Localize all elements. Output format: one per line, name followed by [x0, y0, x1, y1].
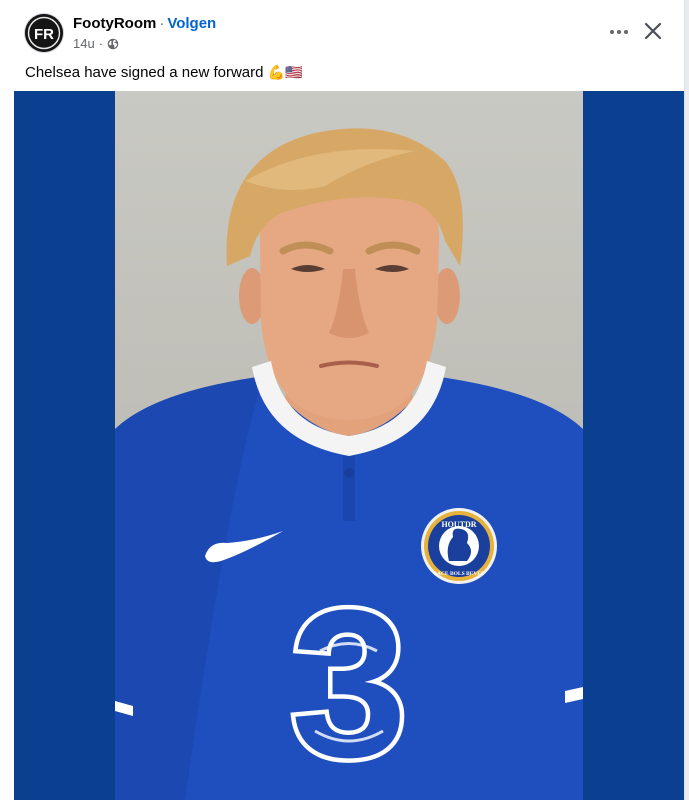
more-options-icon [610, 30, 614, 34]
post-timestamp[interactable]: 14u [73, 36, 95, 51]
post-header-title: FootyRoom · Volgen [73, 15, 216, 33]
post-image[interactable]: HOUTDR SACE BOLS BEVES 3 [14, 91, 684, 800]
caption-emojis: 💪🇺🇸 [267, 64, 303, 80]
close-icon[interactable] [641, 19, 665, 43]
name-separator: · [159, 15, 165, 32]
badge-text-bottom: SACE BOLS BEVES [434, 571, 484, 577]
more-options-dot [617, 30, 621, 34]
caption-text: Chelsea have signed a new forward [25, 64, 264, 81]
more-options-dot [624, 30, 628, 34]
page-name-link[interactable]: FootyRoom [73, 15, 156, 32]
more-options-button[interactable] [606, 20, 632, 44]
sponsor-logo: 3 [291, 566, 408, 800]
follow-button[interactable]: Volgen [167, 15, 216, 32]
shirt-button [344, 468, 354, 478]
meta-separator: · [98, 36, 104, 51]
man-in-chelsea-shirt-illustration: HOUTDR SACE BOLS BEVES 3 [115, 128, 583, 800]
facebook-post-card: FR FootyRoom · Volgen 14u · Chelsea have s… [0, 0, 685, 800]
club-badge: HOUTDR SACE BOLS BEVES [421, 508, 497, 584]
post-meta: 14u · [73, 36, 119, 51]
badge-text-top: HOUTDR [441, 520, 476, 529]
globe-icon[interactable] [107, 38, 119, 50]
shirt-placket [343, 456, 355, 521]
avatar-logo-text: FR [34, 26, 54, 43]
player-photo: HOUTDR SACE BOLS BEVES 3 [115, 91, 583, 800]
post-caption: Chelsea have signed a new forward 💪🇺🇸 [25, 62, 303, 83]
footyroom-logo: FR [25, 14, 63, 52]
page-avatar[interactable]: FR [25, 14, 63, 52]
